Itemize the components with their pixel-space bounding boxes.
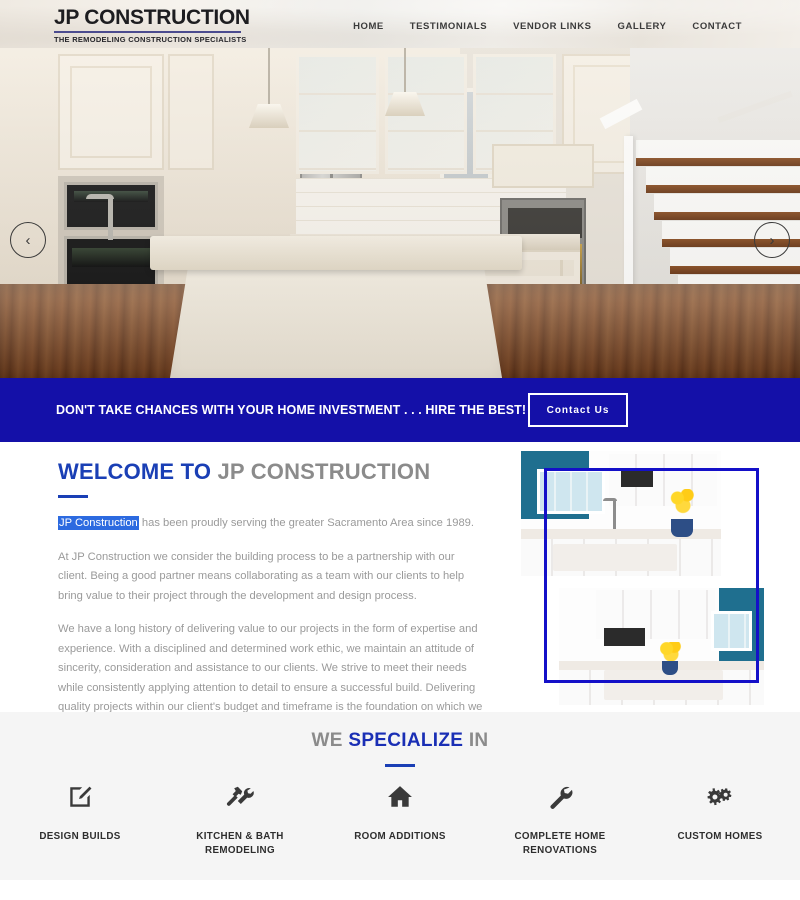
hero-carousel: ‹ › [0,48,800,378]
nav-item-vendor-links[interactable]: VENDOR LINKS [513,21,591,32]
welcome-paragraph-1-rest: has been proudly serving the greater Sac… [138,517,474,529]
specialize-heading: WE SPECIALIZE IN [0,730,800,752]
pencil-square-icon [5,780,155,814]
logo-divider [54,31,241,33]
specialize-item-custom-homes[interactable]: CUSTOM HOMES [645,780,795,844]
specialize-item-design-builds[interactable]: DESIGN BUILDS [5,780,155,844]
chevron-left-icon: ‹ [25,231,31,249]
page-root: JP CONSTRUCTION THE REMODELING CONSTRUCT… [0,0,800,900]
hero-kitchen-image [0,48,800,378]
carousel-next-button[interactable]: › [754,222,790,258]
hammer-wrench-icon [165,780,315,814]
cta-banner: DON'T TAKE CHANCES WITH YOUR HOME INVEST… [0,378,800,442]
logo-title: JP CONSTRUCTION [54,6,250,29]
specialize-item-renovations[interactable]: COMPLETE HOME RENOVATIONS [485,780,635,858]
kitchen-photo-bottom [559,588,764,705]
nav-item-testimonials[interactable]: TESTIMONIALS [410,21,487,32]
logo-tagline: THE REMODELING CONSTRUCTION SPECIALISTS [54,35,247,44]
selected-text-highlight: JP Construction [58,516,139,530]
main-navigation: HOME TESTIMONIALS VENDOR LINKS GALLERY C… [353,21,742,32]
specialize-item-label: KITCHEN & BATH REMODELING [196,831,284,856]
welcome-heading-underline [58,495,88,498]
specialize-item-label: CUSTOM HOMES [677,831,763,842]
specialize-item-kitchen-bath[interactable]: KITCHEN & BATH REMODELING [165,780,315,858]
welcome-heading-accent: WELCOME TO [58,459,212,484]
cogs-icon [645,780,795,814]
wrench-icon [485,780,635,814]
site-header: JP CONSTRUCTION THE REMODELING CONSTRUCT… [0,0,800,48]
specialize-heading-part2: IN [463,730,489,751]
welcome-paragraph-2: At JP Construction we consider the build… [58,550,465,602]
chevron-right-icon: › [769,231,775,249]
welcome-heading-rest: JP CONSTRUCTION [217,459,431,484]
welcome-heading: WELCOME TO JP CONSTRUCTION [58,459,430,485]
kitchen-photo-top [521,451,721,576]
specialize-section: WE SPECIALIZE IN DESIGN BUILDS KITCHEN &… [0,712,800,880]
specialize-item-label: COMPLETE HOME RENOVATIONS [514,831,606,856]
welcome-section: WELCOME TO JP CONSTRUCTION JP Constructi… [0,442,800,733]
carousel-prev-button[interactable]: ‹ [10,222,46,258]
specialize-item-label: ROOM ADDITIONS [354,831,446,842]
nav-item-home[interactable]: HOME [353,21,384,32]
contact-us-button[interactable]: Contact Us [528,393,628,427]
specialize-heading-part1: WE [311,730,349,751]
home-icon [325,780,475,814]
specialize-item-label: DESIGN BUILDS [39,831,121,842]
specialize-heading-underline [385,764,415,767]
welcome-image-collage [521,451,783,705]
nav-item-gallery[interactable]: GALLERY [618,21,667,32]
site-logo[interactable]: JP CONSTRUCTION THE REMODELING CONSTRUCT… [54,6,250,44]
specialize-items: DESIGN BUILDS KITCHEN & BATH REMODELING [0,780,800,858]
welcome-paragraph-1: JP Construction has been proudly serving… [58,514,483,534]
cta-headline: DON'T TAKE CHANCES WITH YOUR HOME INVEST… [56,403,527,417]
nav-item-contact[interactable]: CONTACT [692,21,742,32]
specialize-heading-accent: SPECIALIZE [348,730,464,751]
specialize-item-room-additions[interactable]: ROOM ADDITIONS [325,780,475,844]
